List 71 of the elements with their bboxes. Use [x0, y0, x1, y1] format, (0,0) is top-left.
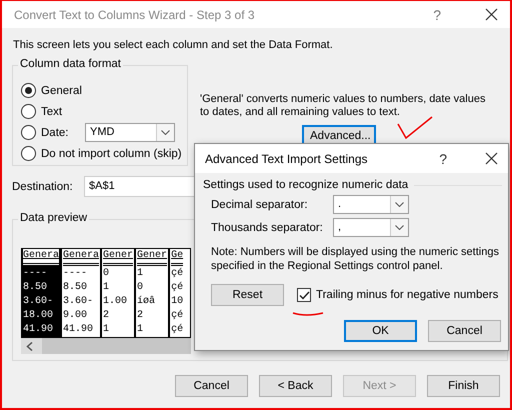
wizard-button[interactable]: Finish: [427, 375, 500, 397]
scroll-left-icon[interactable]: [26, 342, 33, 350]
table-cell-text: 8.50: [63, 281, 88, 295]
table-cell-text: 1: [103, 323, 110, 337]
table-cell: çé: [171, 267, 184, 281]
checkbox-label[interactable]: Trailing minus for negative numbers: [316, 289, 498, 301]
radio-label[interactable]: General: [41, 84, 82, 96]
table-cell-text: 18.00: [23, 309, 54, 323]
reset-button[interactable]: Reset: [211, 284, 284, 306]
table-cell-text: 1.00: [103, 295, 128, 309]
radio-button[interactable]: [21, 146, 36, 161]
column-header: Ge: [171, 249, 184, 266]
caret-icon: [395, 225, 404, 230]
help-button[interactable]: ?: [439, 150, 447, 166]
column-header: Genera: [23, 249, 60, 266]
preview-column[interactable]: Genera ---- 8.50 3.60- 18.00 41.90: [22, 249, 62, 337]
dialog-title: Advanced Text Import Settings: [205, 152, 369, 166]
column-header: Genera: [63, 249, 100, 266]
table-cell-text: 41.90: [23, 323, 54, 337]
table-cell-text: íøâ: [137, 295, 156, 309]
column-header: Gener: [137, 249, 168, 266]
dialog-button[interactable]: Cancel: [428, 320, 501, 342]
field-label: Decimal separator:: [211, 198, 309, 210]
close-icon[interactable]: [485, 8, 498, 21]
table-cell-text: 8.50: [23, 281, 48, 295]
table-cell-text: 1: [137, 323, 144, 337]
separator-dropdown[interactable]: ,: [333, 218, 409, 237]
destination-label: Destination:: [12, 180, 74, 192]
instruction-text: This screen lets you select each column and set the Data Format.: [13, 39, 334, 51]
checkbox[interactable]: [297, 288, 311, 302]
note-text: Note: Numbers will be displayed using the numeric settings specified in the Regional Settings control panel.: [211, 245, 500, 273]
underline-annotation-drawing: [292, 311, 324, 317]
table-cell-text: 0: [103, 267, 110, 281]
table-cell-text: ----: [63, 267, 88, 281]
radio-button[interactable]: [21, 104, 36, 119]
table-cell-text: 41.90: [63, 323, 94, 337]
wizard-button[interactable]: Cancel: [175, 375, 248, 397]
table-cell: çé: [171, 323, 184, 337]
description-text: 'General' converts numeric values to numbers, date values to dates, and all remaining values to text.: [200, 93, 486, 119]
group-label: Data preview: [18, 212, 90, 224]
dialog-button[interactable]: OK: [344, 320, 417, 342]
table-cell-text: 9.00: [63, 309, 88, 323]
column-header: Gener: [103, 249, 134, 266]
field-label: Thousands separator:: [211, 222, 324, 234]
radio-label[interactable]: Date:: [41, 126, 81, 138]
table-cell-text: 3.60-: [63, 295, 94, 309]
caret-icon: [161, 130, 170, 135]
date-format-dropdown[interactable]: YMD: [85, 123, 175, 142]
group-label: Column data format: [18, 58, 123, 70]
table-cell-text: ----: [23, 267, 48, 281]
window-title: Convert Text to Columns Wizard - Step 3 of 3: [14, 8, 256, 22]
table-cell-text: 1: [103, 281, 110, 295]
table-cell: 10: [171, 295, 184, 309]
wizard-button[interactable]: < Back: [259, 375, 332, 397]
table-cell-text: 0: [137, 281, 144, 295]
radio-label[interactable]: Text: [41, 106, 81, 118]
table-cell: çé: [171, 281, 184, 295]
table-cell-text: 1: [137, 267, 144, 281]
close-icon[interactable]: [485, 152, 498, 165]
table-cell-text: 3.60-: [23, 295, 54, 309]
radio-label[interactable]: Do not import column (skip): [41, 148, 182, 160]
radio-button[interactable]: [21, 125, 36, 140]
table-cell-text: 2: [137, 309, 144, 323]
tick-annotation-drawing: [397, 115, 433, 139]
help-button[interactable]: ?: [433, 6, 441, 22]
separator-dropdown[interactable]: .: [333, 195, 409, 214]
caret-icon: [395, 202, 404, 207]
preview-column[interactable]: Ge çé çé 10 çé çé: [170, 249, 184, 337]
table-cell: çé: [171, 309, 184, 323]
radio-button[interactable]: [21, 83, 36, 98]
table-cell-text: 2: [103, 309, 110, 323]
